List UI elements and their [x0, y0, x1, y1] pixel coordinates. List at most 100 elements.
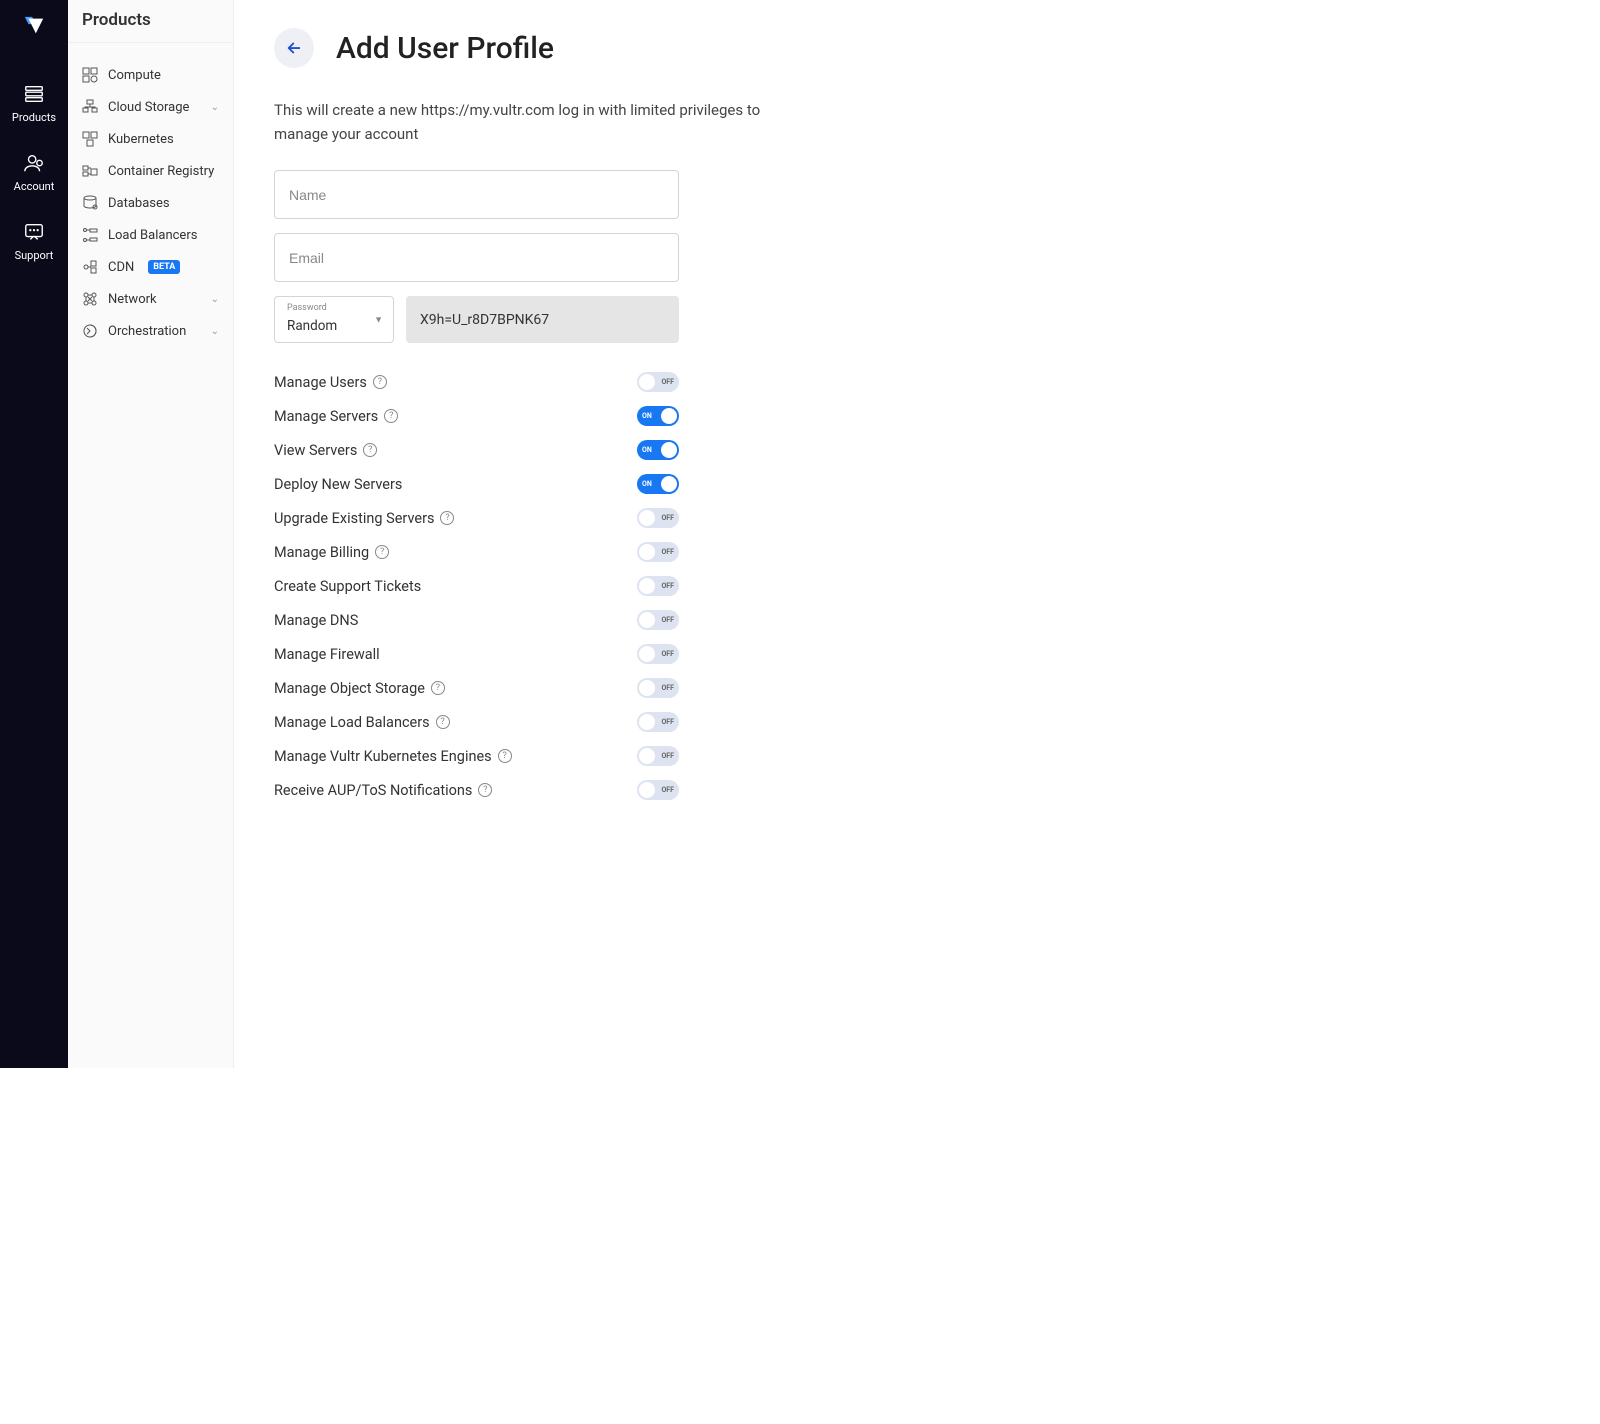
permission-toggle[interactable]: ON [637, 474, 679, 494]
sidebar-item-label: CDN [108, 260, 134, 275]
sidebar-item-container-registry[interactable]: Container Registry [68, 155, 233, 187]
form: Password Random ▼ X9h=U_r8D7BPNK67 Manag… [274, 170, 679, 807]
password-row: Password Random ▼ X9h=U_r8D7BPNK67 [274, 296, 679, 343]
toggle-knob [661, 408, 677, 424]
rail-item-account[interactable]: Account [0, 138, 68, 207]
name-field-wrap[interactable] [274, 170, 679, 219]
rail-item-products[interactable]: Products [0, 69, 68, 138]
help-icon[interactable]: ? [363, 443, 377, 457]
page-description: This will create a new https://my.vultr.… [274, 98, 814, 146]
chevron-down-icon: ⌄ [211, 326, 219, 337]
toggle-knob [639, 646, 655, 662]
help-icon[interactable]: ? [375, 545, 389, 559]
logo[interactable] [23, 15, 45, 41]
back-button[interactable] [274, 28, 314, 68]
password-mode-label: Password [287, 303, 381, 313]
toggle-state-text: OFF [661, 582, 674, 590]
permission-row: Manage Servers ? ON [274, 399, 679, 433]
sidebar: Products ComputeCloud Storage⌄Kubernetes… [68, 0, 234, 1068]
permission-row: Receive AUP/ToS Notifications ?OFF [274, 773, 679, 807]
rail-label: Products [12, 111, 56, 124]
permission-row: Manage Object Storage ? OFF [274, 671, 679, 705]
permission-row: Upgrade Existing Servers ? OFF [274, 501, 679, 535]
sidebar-item-icon [82, 291, 98, 307]
toggle-state-text: OFF [661, 786, 674, 794]
email-field-wrap[interactable] [274, 233, 679, 282]
rail-item-support[interactable]: Support [0, 207, 68, 276]
toggle-knob [639, 714, 655, 730]
toggle-state-text: OFF [661, 684, 674, 692]
sidebar-item-cloud-storage[interactable]: Cloud Storage⌄ [68, 91, 233, 123]
permission-toggle[interactable]: OFF [637, 780, 679, 800]
permission-row: Manage Load Balancers ?OFF [274, 705, 679, 739]
rail-nav: Products Account Support [0, 0, 68, 1068]
sidebar-item-icon [82, 323, 98, 339]
permission-row: Deploy New ServersON [274, 467, 679, 501]
password-mode-select[interactable]: Password Random ▼ [274, 296, 394, 343]
permission-toggle[interactable]: ON [637, 440, 679, 460]
sidebar-item-label: Orchestration [108, 324, 186, 339]
permission-toggle[interactable]: OFF [637, 508, 679, 528]
toggle-knob [639, 748, 655, 764]
permission-toggle[interactable]: OFF [637, 372, 679, 392]
permission-label: View Servers ? [274, 442, 377, 459]
toggle-knob [639, 544, 655, 560]
help-icon[interactable]: ? [431, 681, 445, 695]
sidebar-item-orchestration[interactable]: Orchestration ⌄ [68, 315, 233, 347]
main-header: Add User Profile [274, 28, 1160, 68]
name-input[interactable] [289, 187, 664, 203]
password-display: X9h=U_r8D7BPNK67 [406, 296, 679, 343]
help-icon[interactable]: ? [373, 375, 387, 389]
sidebar-item-icon [82, 195, 98, 211]
help-icon[interactable]: ? [498, 749, 512, 763]
beta-badge: BETA [148, 260, 180, 274]
sidebar-item-compute[interactable]: Compute [68, 59, 233, 91]
permission-toggle[interactable]: OFF [637, 644, 679, 664]
permission-toggle[interactable]: ON [637, 406, 679, 426]
sidebar-list: Compute Cloud Storage⌄Kubernetes Container… [68, 43, 233, 347]
sidebar-item-icon [82, 227, 98, 243]
permission-row: Manage Vultr Kubernetes Engines ? OFF [274, 739, 679, 773]
permission-toggle[interactable]: OFF [637, 746, 679, 766]
permission-label: Manage Users ? [274, 374, 387, 391]
help-icon[interactable]: ? [440, 511, 454, 525]
permission-row: Create Support TicketsOFF [274, 569, 679, 603]
permission-toggle[interactable]: OFF [637, 542, 679, 562]
permission-label: Manage Firewall [274, 646, 380, 663]
toggle-state-text: OFF [661, 616, 674, 624]
permission-row: Manage Billing ?OFF [274, 535, 679, 569]
sidebar-item-label: Network [108, 292, 157, 307]
permission-label: Manage Object Storage ? [274, 680, 445, 697]
permission-toggle[interactable]: OFF [637, 678, 679, 698]
page-title: Add User Profile [336, 31, 554, 66]
permission-label: Manage Servers ? [274, 408, 398, 425]
help-icon[interactable]: ? [478, 783, 492, 797]
permission-toggle[interactable]: OFF [637, 610, 679, 630]
permission-toggle[interactable]: OFF [637, 576, 679, 596]
email-input[interactable] [289, 250, 664, 266]
permission-toggle[interactable]: OFF [637, 712, 679, 732]
sidebar-item-label: Compute [108, 68, 161, 83]
sidebar-item-label: Container Registry [108, 164, 214, 179]
sidebar-item-cdn[interactable]: CDN BETA [68, 251, 233, 283]
help-icon[interactable]: ? [436, 715, 450, 729]
toggle-state-text: OFF [661, 718, 674, 726]
toggle-state-text: OFF [661, 514, 674, 522]
permission-row: Manage Firewall OFF [274, 637, 679, 671]
sidebar-item-label: Databases [108, 196, 170, 211]
sidebar-item-kubernetes[interactable]: Kubernetes [68, 123, 233, 155]
rail-label: Account [14, 180, 55, 193]
toggle-state-text: ON [642, 446, 652, 454]
toggle-state-text: OFF [661, 378, 674, 386]
sidebar-item-network[interactable]: Network⌄ [68, 283, 233, 315]
sidebar-item-load-balancers[interactable]: Load Balancers [68, 219, 233, 251]
toggle-knob [661, 476, 677, 492]
permission-label: Upgrade Existing Servers ? [274, 510, 454, 527]
help-icon[interactable]: ? [384, 409, 398, 423]
permission-label: Manage Vultr Kubernetes Engines ? [274, 748, 512, 765]
permissions-list: Manage Users ? OFF Manage Servers ? ON View … [274, 365, 679, 807]
toggle-knob [639, 680, 655, 696]
sidebar-item-databases[interactable]: Databases [68, 187, 233, 219]
sidebar-item-icon [82, 67, 98, 83]
toggle-state-text: OFF [661, 752, 674, 760]
